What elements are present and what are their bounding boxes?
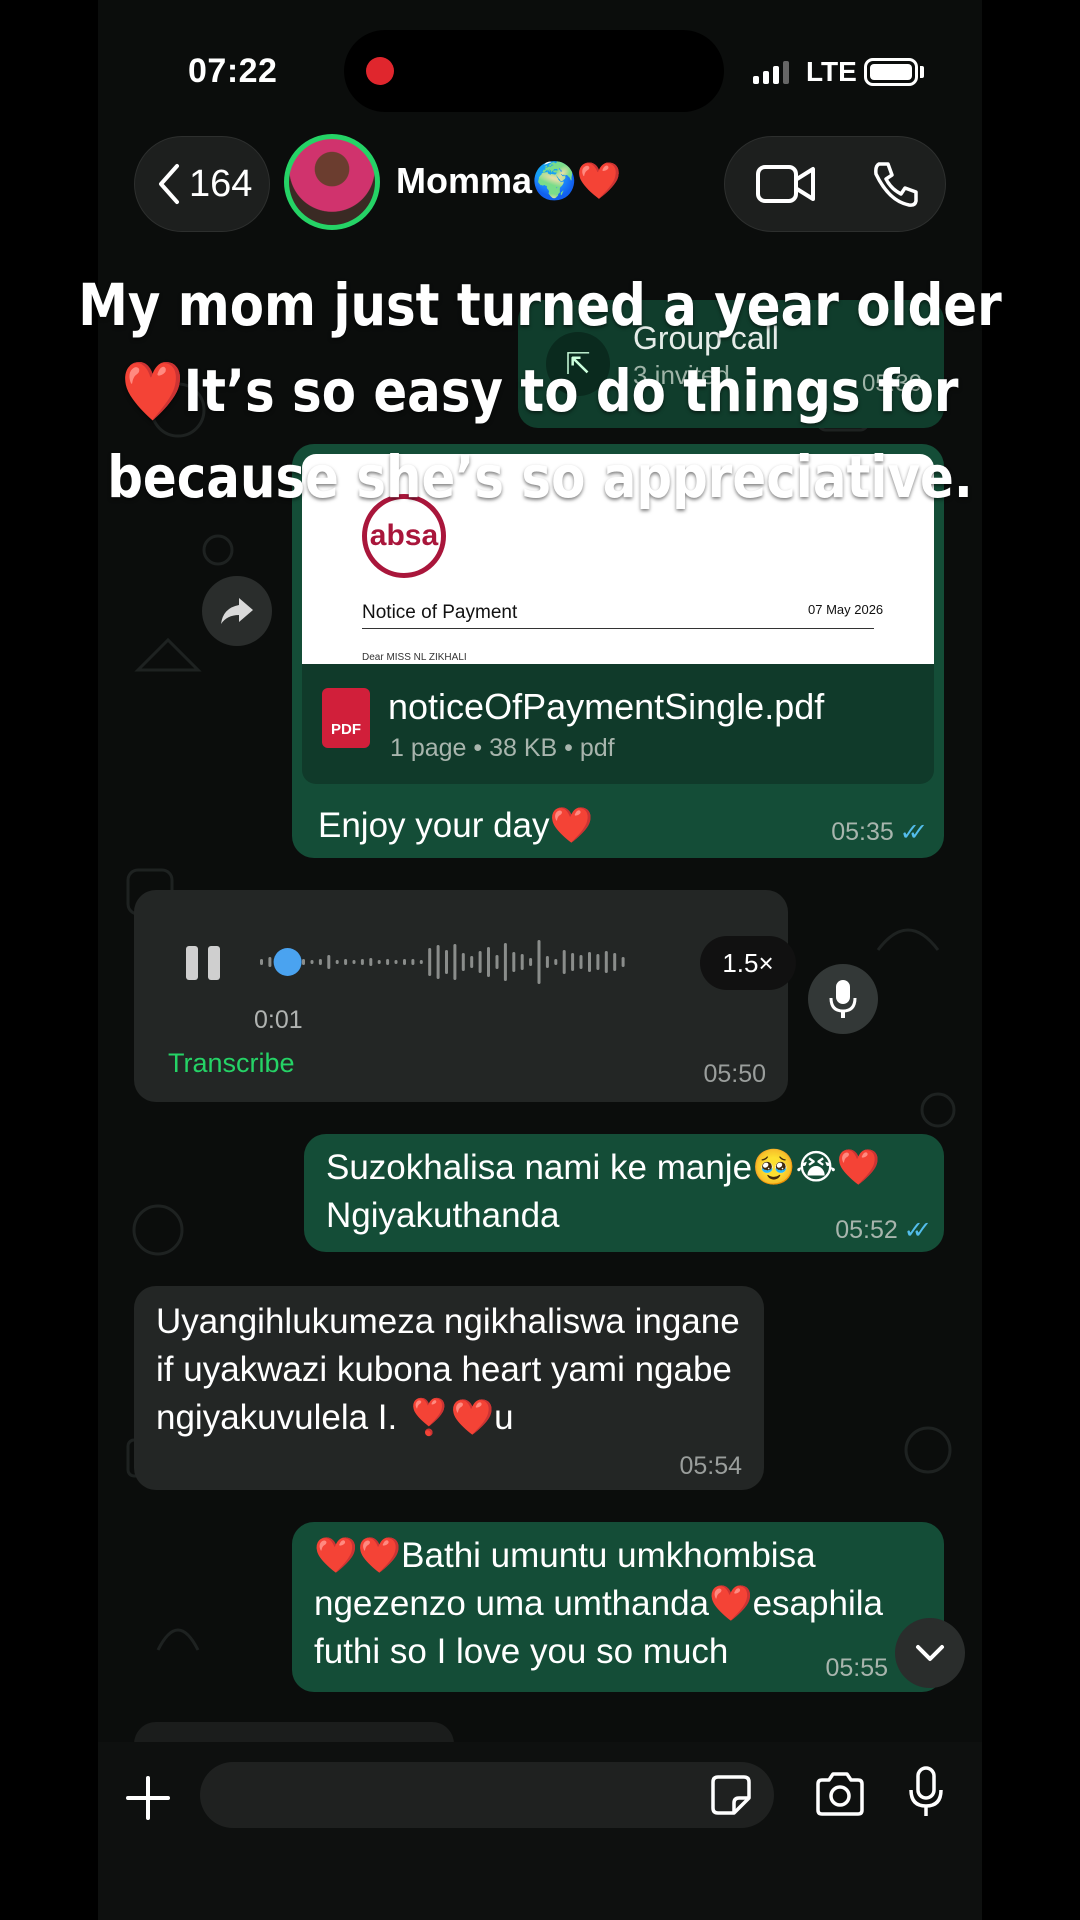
waveform-bar xyxy=(478,951,482,973)
waveform-bar xyxy=(344,959,348,965)
waveform-bar xyxy=(545,956,549,968)
microphone-icon[interactable] xyxy=(908,1766,944,1818)
document-preview-date: 07 May 2026 xyxy=(808,602,884,617)
message-time: 05:50 xyxy=(703,1060,766,1088)
forward-button[interactable] xyxy=(202,576,272,646)
waveform-bar xyxy=(377,960,381,964)
status-time: 07:22 xyxy=(188,52,278,90)
waveform-bar xyxy=(621,957,625,967)
waveform-bar xyxy=(554,959,558,965)
battery-icon xyxy=(864,58,918,86)
unread-count: 164 xyxy=(189,162,253,205)
waveform-bar xyxy=(495,955,499,969)
waveform-bar xyxy=(394,960,398,964)
document-file-name: noticeOfPaymentSingle.pdf xyxy=(388,686,825,727)
video-call-icon[interactable] xyxy=(755,162,817,206)
document-file-meta: 1 page • 38 KB • pdf xyxy=(390,734,615,762)
camera-icon[interactable] xyxy=(814,1772,866,1816)
waveform-bar xyxy=(352,960,356,964)
waveform-bar xyxy=(537,940,541,984)
transcribe-button[interactable]: Transcribe xyxy=(168,1048,295,1079)
read-ticks-icon: ✓✓ xyxy=(903,1217,932,1244)
waveform-bar xyxy=(386,959,390,965)
message-time: 05:52 ✓✓ xyxy=(835,1216,932,1244)
phone-call-icon[interactable] xyxy=(871,159,921,209)
waveform-bar xyxy=(445,950,448,974)
incoming-message[interactable]: Uyangihlukumeza ngikhaliswa ingane if uy… xyxy=(134,1286,764,1490)
sticker-icon[interactable] xyxy=(710,1774,752,1816)
contact-avatar[interactable] xyxy=(284,134,380,230)
waveform-bar xyxy=(604,951,608,973)
waveform-bar xyxy=(260,959,263,965)
chevron-down-icon xyxy=(916,1645,944,1661)
waveform-bar xyxy=(310,960,314,964)
waveform-bar xyxy=(571,953,575,971)
caption-line: because she’s so appreciative. xyxy=(107,443,973,511)
chevron-left-icon xyxy=(159,164,179,204)
playhead-dot xyxy=(273,948,302,976)
outgoing-message[interactable]: Suzokhalisa nami ke manje🥹😭❤️ Ngiyakutha… xyxy=(304,1134,944,1252)
waveform-bar xyxy=(562,950,566,974)
document-preview-title: Notice of Payment xyxy=(362,602,518,623)
pause-icon[interactable] xyxy=(186,946,220,980)
network-type: LTE xyxy=(806,56,857,87)
waveform-bar xyxy=(596,954,600,970)
waveform-bar xyxy=(327,955,331,969)
waveform-bar xyxy=(579,955,583,969)
voice-message[interactable]: 1.5× 0:01 Transcribe 05:50 xyxy=(134,890,796,1102)
read-ticks-icon: ✓✓ xyxy=(899,819,928,846)
voice-note-mic-icon xyxy=(808,964,878,1034)
call-actions xyxy=(724,136,946,232)
waveform-bar xyxy=(588,952,591,972)
forward-icon xyxy=(221,598,253,624)
caption-line: ❤️It’s so easy to do things for xyxy=(121,357,959,425)
waveform-bar xyxy=(520,954,524,970)
waveform-bar xyxy=(529,958,533,966)
back-button[interactable]: 164 xyxy=(134,136,270,232)
waveform-bar xyxy=(403,959,406,965)
waveform-bar xyxy=(369,958,373,966)
waveform-bar xyxy=(268,957,272,967)
video-caption-overlay: My mom just turned a year older ❤️It’s s… xyxy=(76,262,1005,520)
document-caption: Enjoy your day❤️ xyxy=(318,806,594,845)
battery-tip xyxy=(920,66,924,78)
waveform-bar xyxy=(613,953,617,971)
voice-waveform[interactable] xyxy=(258,932,628,992)
recording-indicator-icon xyxy=(366,57,394,85)
document-preview-greeting: Dear MISS NL ZIKHALI xyxy=(362,652,467,663)
contact-name[interactable]: Momma🌍❤️ xyxy=(396,160,622,202)
waveform-bar xyxy=(436,945,440,979)
message-time: 05:54 xyxy=(679,1452,742,1480)
message-time: 05:55 xyxy=(825,1654,888,1682)
waveform-bar xyxy=(318,959,322,965)
plus-icon[interactable] xyxy=(126,1776,170,1820)
message-time: 05:35 ✓✓ xyxy=(831,818,928,846)
waveform-bar xyxy=(360,959,364,965)
message-text: Uyangihlukumeza ngikhaliswa ingane if uy… xyxy=(156,1302,740,1437)
composer-bar xyxy=(98,1742,982,1920)
caption-line: My mom just turned a year older xyxy=(78,271,1002,339)
waveform-bar xyxy=(411,959,415,965)
waveform-bar xyxy=(461,953,465,971)
waveform-bar xyxy=(335,960,339,964)
waveform-bar xyxy=(453,944,457,980)
signal-icon xyxy=(753,60,789,84)
playback-speed-button[interactable]: 1.5× xyxy=(700,936,796,990)
waveform-bar xyxy=(512,952,516,972)
waveform-bar xyxy=(470,956,474,968)
message-input[interactable] xyxy=(200,1762,774,1828)
waveform-bar xyxy=(487,947,490,977)
waveform-bar xyxy=(419,960,423,964)
dynamic-island xyxy=(344,30,724,112)
waveform-bar xyxy=(503,943,507,981)
scroll-to-bottom-button[interactable] xyxy=(895,1618,965,1688)
divider xyxy=(362,628,874,629)
waveform-bar xyxy=(428,948,432,976)
outgoing-message[interactable]: ❤️❤️Bathi umuntu umkhombisa ngezenzo uma… xyxy=(292,1522,944,1692)
pdf-icon: PDF xyxy=(322,688,370,748)
waveform-bar xyxy=(302,959,305,965)
document-file-row[interactable]: PDF noticeOfPaymentSingle.pdf 1 page • 3… xyxy=(302,664,934,784)
voice-duration: 0:01 xyxy=(254,1006,303,1034)
